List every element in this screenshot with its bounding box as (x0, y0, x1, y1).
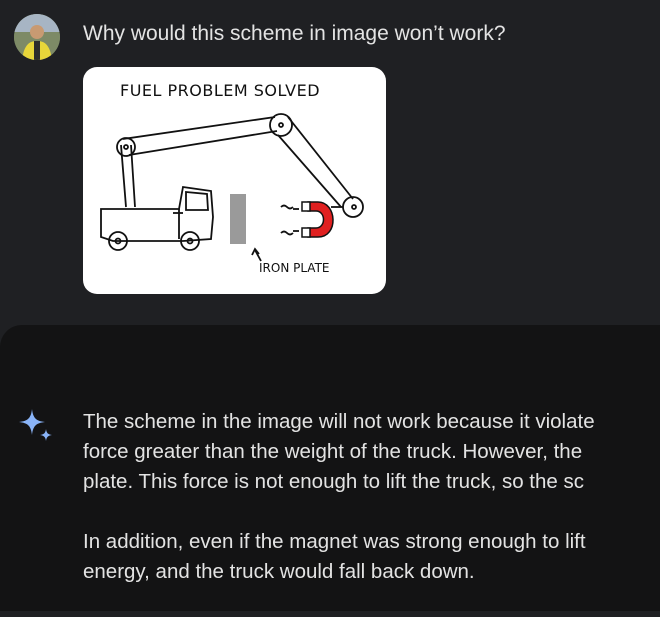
fuel-scheme-drawing: FUEL PROBLEM SOLVED IRON PLATE (100, 81, 364, 275)
response-line: force greater than the weight of the tru… (83, 440, 583, 463)
prompt-text: Why would this scheme in image won’t wor… (83, 22, 506, 45)
user-avatar-icon (14, 14, 60, 60)
attached-image[interactable]: FUEL PROBLEM SOLVED IRON PLATE (83, 67, 386, 294)
response-paragraph: The scheme in the image will not work be… (83, 407, 660, 497)
response-text: The scheme in the image will not work be… (83, 407, 660, 617)
drawing-title: FUEL PROBLEM SOLVED (120, 81, 320, 100)
magnet-shape (307, 201, 334, 238)
response-line: In addition, even if the magnet was stro… (83, 530, 586, 553)
response-line: plate. This force is not enough to lift … (83, 470, 584, 493)
user-message: Why would this scheme in image won’t wor… (0, 0, 660, 325)
user-avatar[interactable] (14, 14, 60, 60)
gemini-sparkle-icon (18, 407, 54, 443)
response-panel: The scheme in the image will not work be… (0, 325, 660, 611)
response-line: The scheme in the image will not work be… (83, 410, 595, 433)
iron-plate-shape (230, 194, 246, 244)
response-line: energy, and the truck would fall back do… (83, 560, 475, 583)
response-paragraph: In addition, even if the magnet was stro… (83, 527, 660, 587)
iron-plate-label: IRON PLATE (259, 261, 330, 275)
